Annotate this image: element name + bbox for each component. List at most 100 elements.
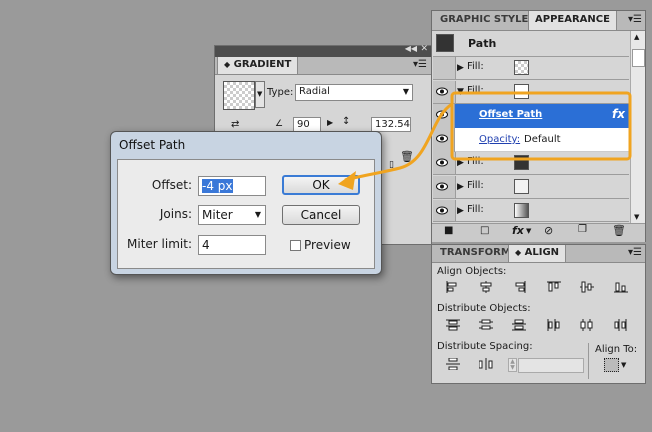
- panel-menu-icon[interactable]: ▾☰: [413, 59, 427, 70]
- ok-button[interactable]: OK: [282, 175, 360, 195]
- preview-label: Preview: [304, 238, 351, 252]
- vertical-distribute-center-icon[interactable]: [479, 319, 493, 331]
- opacity-value: Default: [524, 134, 561, 145]
- effect-menu-icon[interactable]: ▼: [526, 227, 531, 235]
- vertical-align-center-icon[interactable]: [580, 281, 594, 293]
- fill-swatch[interactable]: [514, 179, 529, 194]
- gradient-type-select[interactable]: Radial ▼: [295, 84, 413, 101]
- delete-item-icon[interactable]: 🗑: [612, 224, 626, 237]
- eye-column-opacity[interactable]: [433, 128, 455, 152]
- effect-name-link[interactable]: Offset Path: [479, 109, 542, 120]
- expand-triangle-icon[interactable]: ▶: [457, 158, 464, 168]
- appearance-tabbar: GRAPHIC STYLES APPEARANCE ▾☰: [432, 11, 645, 31]
- joins-select[interactable]: Miter ▼: [198, 205, 266, 225]
- opacity-label-link[interactable]: Opacity:: [479, 134, 520, 145]
- fill-row[interactable]: ▶ Fill:: [433, 176, 629, 199]
- fill-row[interactable]: ▶ Fill:: [433, 200, 629, 222]
- tab-align[interactable]: ◆ ALIGN: [508, 245, 567, 262]
- align-divider: [588, 343, 589, 379]
- expand-triangle-icon[interactable]: ▶: [457, 206, 464, 216]
- eye-column-offset[interactable]: [433, 104, 455, 128]
- close-icon[interactable]: ✕: [420, 44, 428, 54]
- expand-triangle-icon[interactable]: ▶: [457, 63, 464, 73]
- scroll-up-icon[interactable]: ▲: [634, 33, 639, 41]
- visibility-toggle[interactable]: [433, 57, 456, 79]
- horizontal-distribute-left-icon[interactable]: [547, 319, 561, 331]
- preview-checkbox[interactable]: [290, 240, 301, 251]
- scrollbar[interactable]: ▲ ▼: [630, 31, 645, 223]
- vertical-align-top-icon[interactable]: [547, 281, 561, 293]
- fx-icon[interactable]: fx: [612, 107, 625, 121]
- clear-appearance-icon[interactable]: ⊘: [544, 224, 553, 237]
- collapse-triangle-icon[interactable]: ▼: [457, 87, 464, 97]
- horizontal-align-right-icon[interactable]: [512, 281, 526, 293]
- add-fill-icon[interactable]: □: [480, 225, 489, 236]
- visibility-toggle[interactable]: [433, 152, 456, 174]
- tab-gradient[interactable]: ◆ GRADIENT: [217, 57, 299, 74]
- spacing-stepper[interactable]: ▲ ▼: [508, 358, 517, 372]
- delete-stop-icon[interactable]: 🗑: [400, 150, 414, 163]
- align-to-selection-icon[interactable]: [604, 358, 619, 372]
- offset-input[interactable]: -4 px: [198, 176, 266, 196]
- vertical-distribute-top-icon[interactable]: [446, 319, 460, 331]
- offset-path-dialog: Offset Path Offset: -4 px Joins: Miter ▼…: [110, 131, 382, 275]
- chevron-down-icon: ▼: [254, 210, 261, 219]
- fill-row[interactable]: ▶ Fill:: [433, 57, 629, 80]
- collapse-icon[interactable]: ◀◀: [405, 44, 417, 53]
- align-to-dropdown-icon[interactable]: ▼: [621, 361, 626, 369]
- fill-swatch[interactable]: [514, 84, 529, 99]
- dialog-title: Offset Path: [119, 138, 186, 152]
- miter-limit-label: Miter limit:: [127, 237, 192, 251]
- fill-swatch[interactable]: [514, 155, 529, 170]
- path-header-row[interactable]: Path: [433, 31, 629, 57]
- scrollbar-thumb[interactable]: [632, 49, 645, 67]
- tab-transform[interactable]: TRANSFORM: [434, 245, 517, 262]
- chevron-down-icon: ▼: [257, 90, 263, 98]
- eye-icon: [436, 158, 448, 167]
- vertical-align-bottom-icon[interactable]: [614, 281, 628, 293]
- panel-menu-icon[interactable]: ▾☰: [628, 247, 642, 258]
- expand-triangle-icon[interactable]: ▶: [457, 182, 464, 192]
- duplicate-item-icon[interactable]: ❐: [578, 224, 587, 235]
- opacity-row[interactable]: Opacity: Default: [455, 128, 629, 152]
- gradient-swatch-dropdown[interactable]: ▼: [255, 81, 265, 108]
- spacing-input[interactable]: [518, 358, 584, 373]
- horizontal-align-left-icon[interactable]: [446, 281, 460, 293]
- offset-path-effect-row[interactable]: Offset Path fx: [455, 104, 629, 128]
- dialog-body: Offset: -4 px Joins: Miter ▼ Miter limit…: [117, 159, 375, 269]
- angle-stepper-icon[interactable]: ▶: [327, 118, 333, 127]
- aspect-ratio-input[interactable]: 132.54: [371, 117, 411, 132]
- vertical-distribute-bottom-icon[interactable]: [512, 319, 526, 331]
- joins-label: Joins:: [159, 207, 192, 221]
- visibility-toggle[interactable]: [433, 176, 456, 198]
- fill-swatch[interactable]: [514, 203, 529, 218]
- panel-menu-icon[interactable]: ▾☰: [628, 14, 642, 25]
- visibility-toggle[interactable]: [433, 200, 456, 221]
- horizontal-distribute-right-icon[interactable]: [614, 319, 628, 331]
- gradient-slider-icon[interactable]: ▯: [389, 160, 394, 170]
- fill-row[interactable]: ▶ Fill:: [433, 152, 629, 175]
- tab-graphic-styles[interactable]: GRAPHIC STYLES: [434, 11, 542, 30]
- eye-icon: [436, 182, 448, 191]
- miter-limit-input[interactable]: 4: [198, 235, 266, 255]
- align-panel: TRANSFORM ◆ ALIGN ▾☰ Align Objects: Dist…: [431, 244, 646, 384]
- angle-input[interactable]: 90: [293, 117, 321, 132]
- gradient-preview-swatch[interactable]: [223, 81, 255, 110]
- add-stroke-icon[interactable]: ■: [444, 225, 453, 236]
- horizontal-distribute-space-icon[interactable]: [479, 358, 493, 370]
- vertical-distribute-space-icon[interactable]: [446, 358, 460, 370]
- angle-icon: ∠: [275, 119, 284, 129]
- visibility-toggle[interactable]: [433, 81, 456, 103]
- add-effect-icon[interactable]: fx: [512, 224, 524, 237]
- fill-swatch[interactable]: [514, 60, 529, 75]
- horizontal-align-center-icon[interactable]: [479, 281, 493, 293]
- cancel-button[interactable]: Cancel: [282, 205, 360, 225]
- scroll-down-icon[interactable]: ▼: [634, 213, 639, 221]
- eye-icon: [436, 110, 448, 119]
- horizontal-distribute-center-icon[interactable]: [580, 319, 594, 331]
- tab-gradient-arrows-icon: ◆: [224, 60, 231, 69]
- reverse-gradient-icon[interactable]: ⇄: [231, 119, 239, 130]
- gradient-panel-titlebar[interactable]: ◀◀ ✕: [215, 44, 431, 57]
- tab-appearance[interactable]: APPEARANCE: [528, 11, 617, 30]
- fill-row-expanded[interactable]: ▼ Fill:: [433, 81, 629, 104]
